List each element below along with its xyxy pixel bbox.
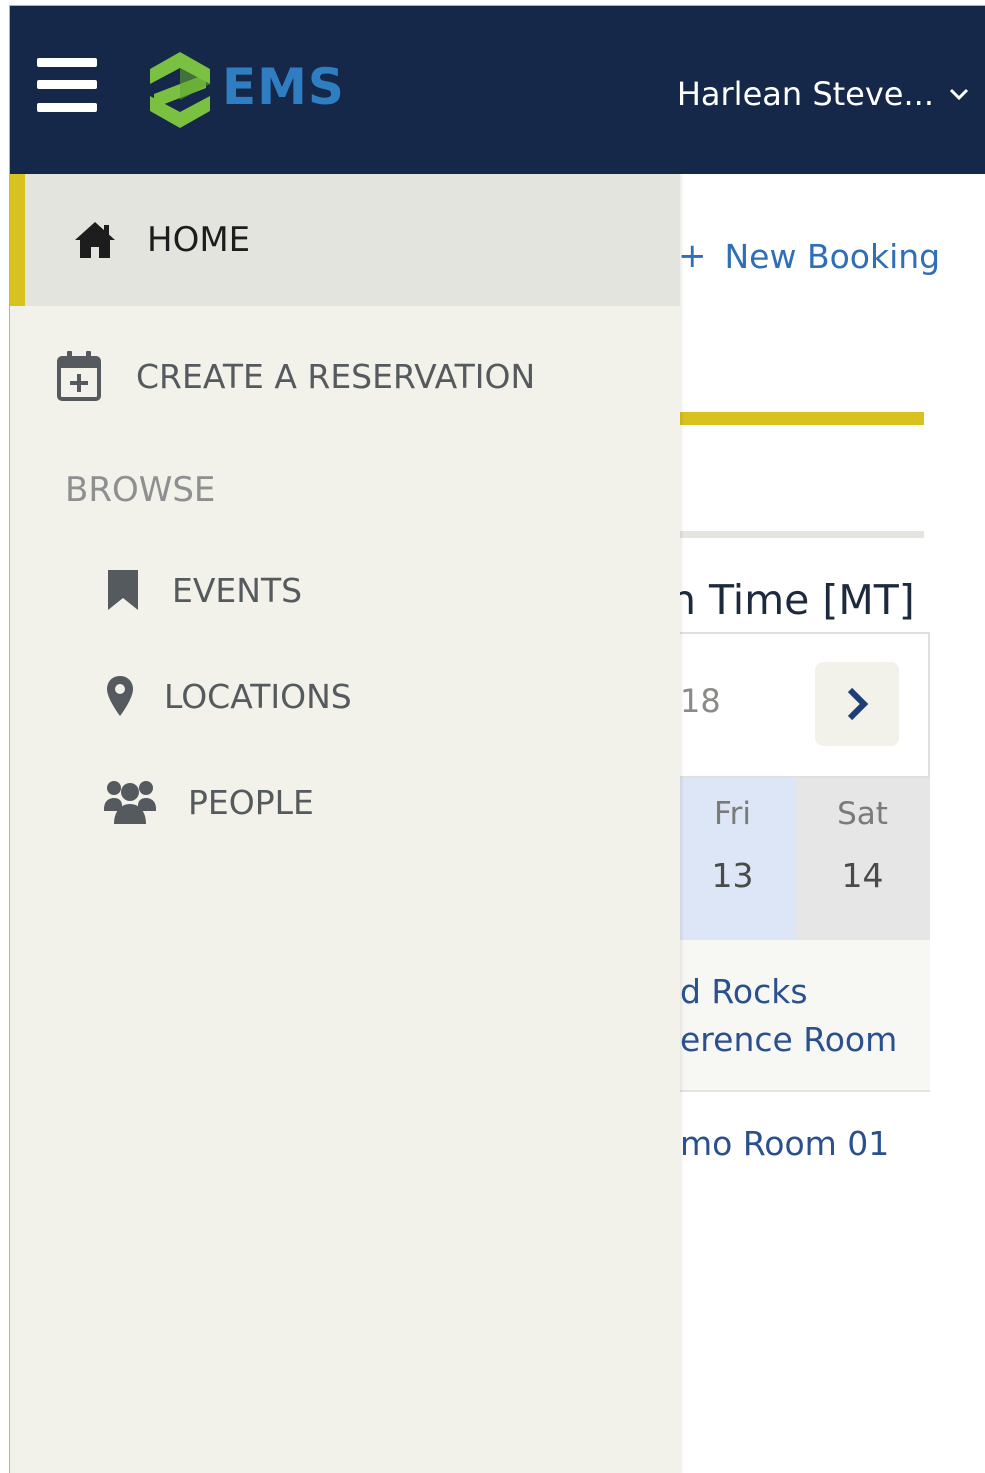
day-number: 13 bbox=[711, 856, 754, 895]
day-column-fri[interactable]: Fri 13 bbox=[670, 778, 795, 940]
room-row: mo Room 01 bbox=[670, 1092, 930, 1202]
nav-item-events[interactable]: EVENTS bbox=[10, 558, 680, 622]
room-name-line: erence Room bbox=[680, 1020, 898, 1059]
top-navigation-bar: EMS Harlean Steve... bbox=[10, 6, 985, 174]
ems-logo[interactable]: EMS bbox=[144, 48, 364, 132]
timezone-heading: n Time [MT] bbox=[670, 576, 915, 624]
nav-item-people[interactable]: PEOPLE bbox=[10, 770, 680, 834]
day-name: Sat bbox=[837, 796, 888, 832]
home-icon bbox=[75, 222, 115, 258]
section-divider bbox=[670, 531, 924, 538]
map-pin-icon bbox=[107, 676, 133, 716]
user-menu[interactable]: Harlean Steve... bbox=[677, 72, 970, 116]
room-row: d Rocks erence Room bbox=[670, 940, 930, 1092]
room-name-line: d Rocks bbox=[680, 972, 808, 1011]
calendar-plus-icon bbox=[57, 351, 101, 401]
date-navigator: 18 bbox=[670, 632, 930, 778]
nav-item-label: PEOPLE bbox=[188, 782, 314, 822]
bookmark-icon bbox=[108, 570, 138, 610]
user-name: Harlean Steve... bbox=[676, 75, 934, 113]
new-booking-label: New Booking bbox=[724, 236, 941, 276]
ems-logo-text: EMS bbox=[222, 58, 345, 116]
next-date-button[interactable] bbox=[815, 662, 899, 746]
nav-item-home[interactable]: HOME bbox=[10, 174, 680, 306]
nav-item-label: HOME bbox=[147, 220, 251, 260]
day-number: 14 bbox=[841, 856, 884, 895]
browse-heading: BROWSE bbox=[65, 470, 216, 510]
current-date: 18 bbox=[680, 682, 721, 720]
plus-icon: + bbox=[678, 236, 707, 276]
nav-item-label: EVENTS bbox=[172, 570, 303, 610]
chevron-down-icon bbox=[949, 88, 969, 101]
app-window: EMS Harlean Steve... + New Booking n Tim… bbox=[9, 5, 985, 1473]
room-link[interactable]: d Rocks erence Room bbox=[670, 940, 930, 1064]
navigation-drawer: HOME CREATE A RESERVATION BROWSE EVENTS bbox=[10, 174, 680, 1473]
new-booking-button[interactable]: + New Booking bbox=[678, 236, 940, 276]
nav-item-create-reservation[interactable]: CREATE A RESERVATION bbox=[10, 342, 680, 410]
day-name: Fri bbox=[714, 796, 751, 832]
nav-item-locations[interactable]: LOCATIONS bbox=[10, 664, 680, 728]
room-link[interactable]: mo Room 01 bbox=[670, 1092, 930, 1168]
section-accent-bar bbox=[670, 412, 924, 425]
hamburger-menu-icon[interactable] bbox=[37, 58, 97, 114]
day-column-sat[interactable]: Sat 14 bbox=[795, 778, 930, 940]
ems-logo-mark-icon bbox=[150, 52, 210, 128]
nav-item-label: LOCATIONS bbox=[164, 676, 352, 716]
chevron-right-icon bbox=[847, 687, 869, 721]
nav-item-label: CREATE A RESERVATION bbox=[136, 356, 536, 396]
people-icon bbox=[104, 781, 156, 824]
